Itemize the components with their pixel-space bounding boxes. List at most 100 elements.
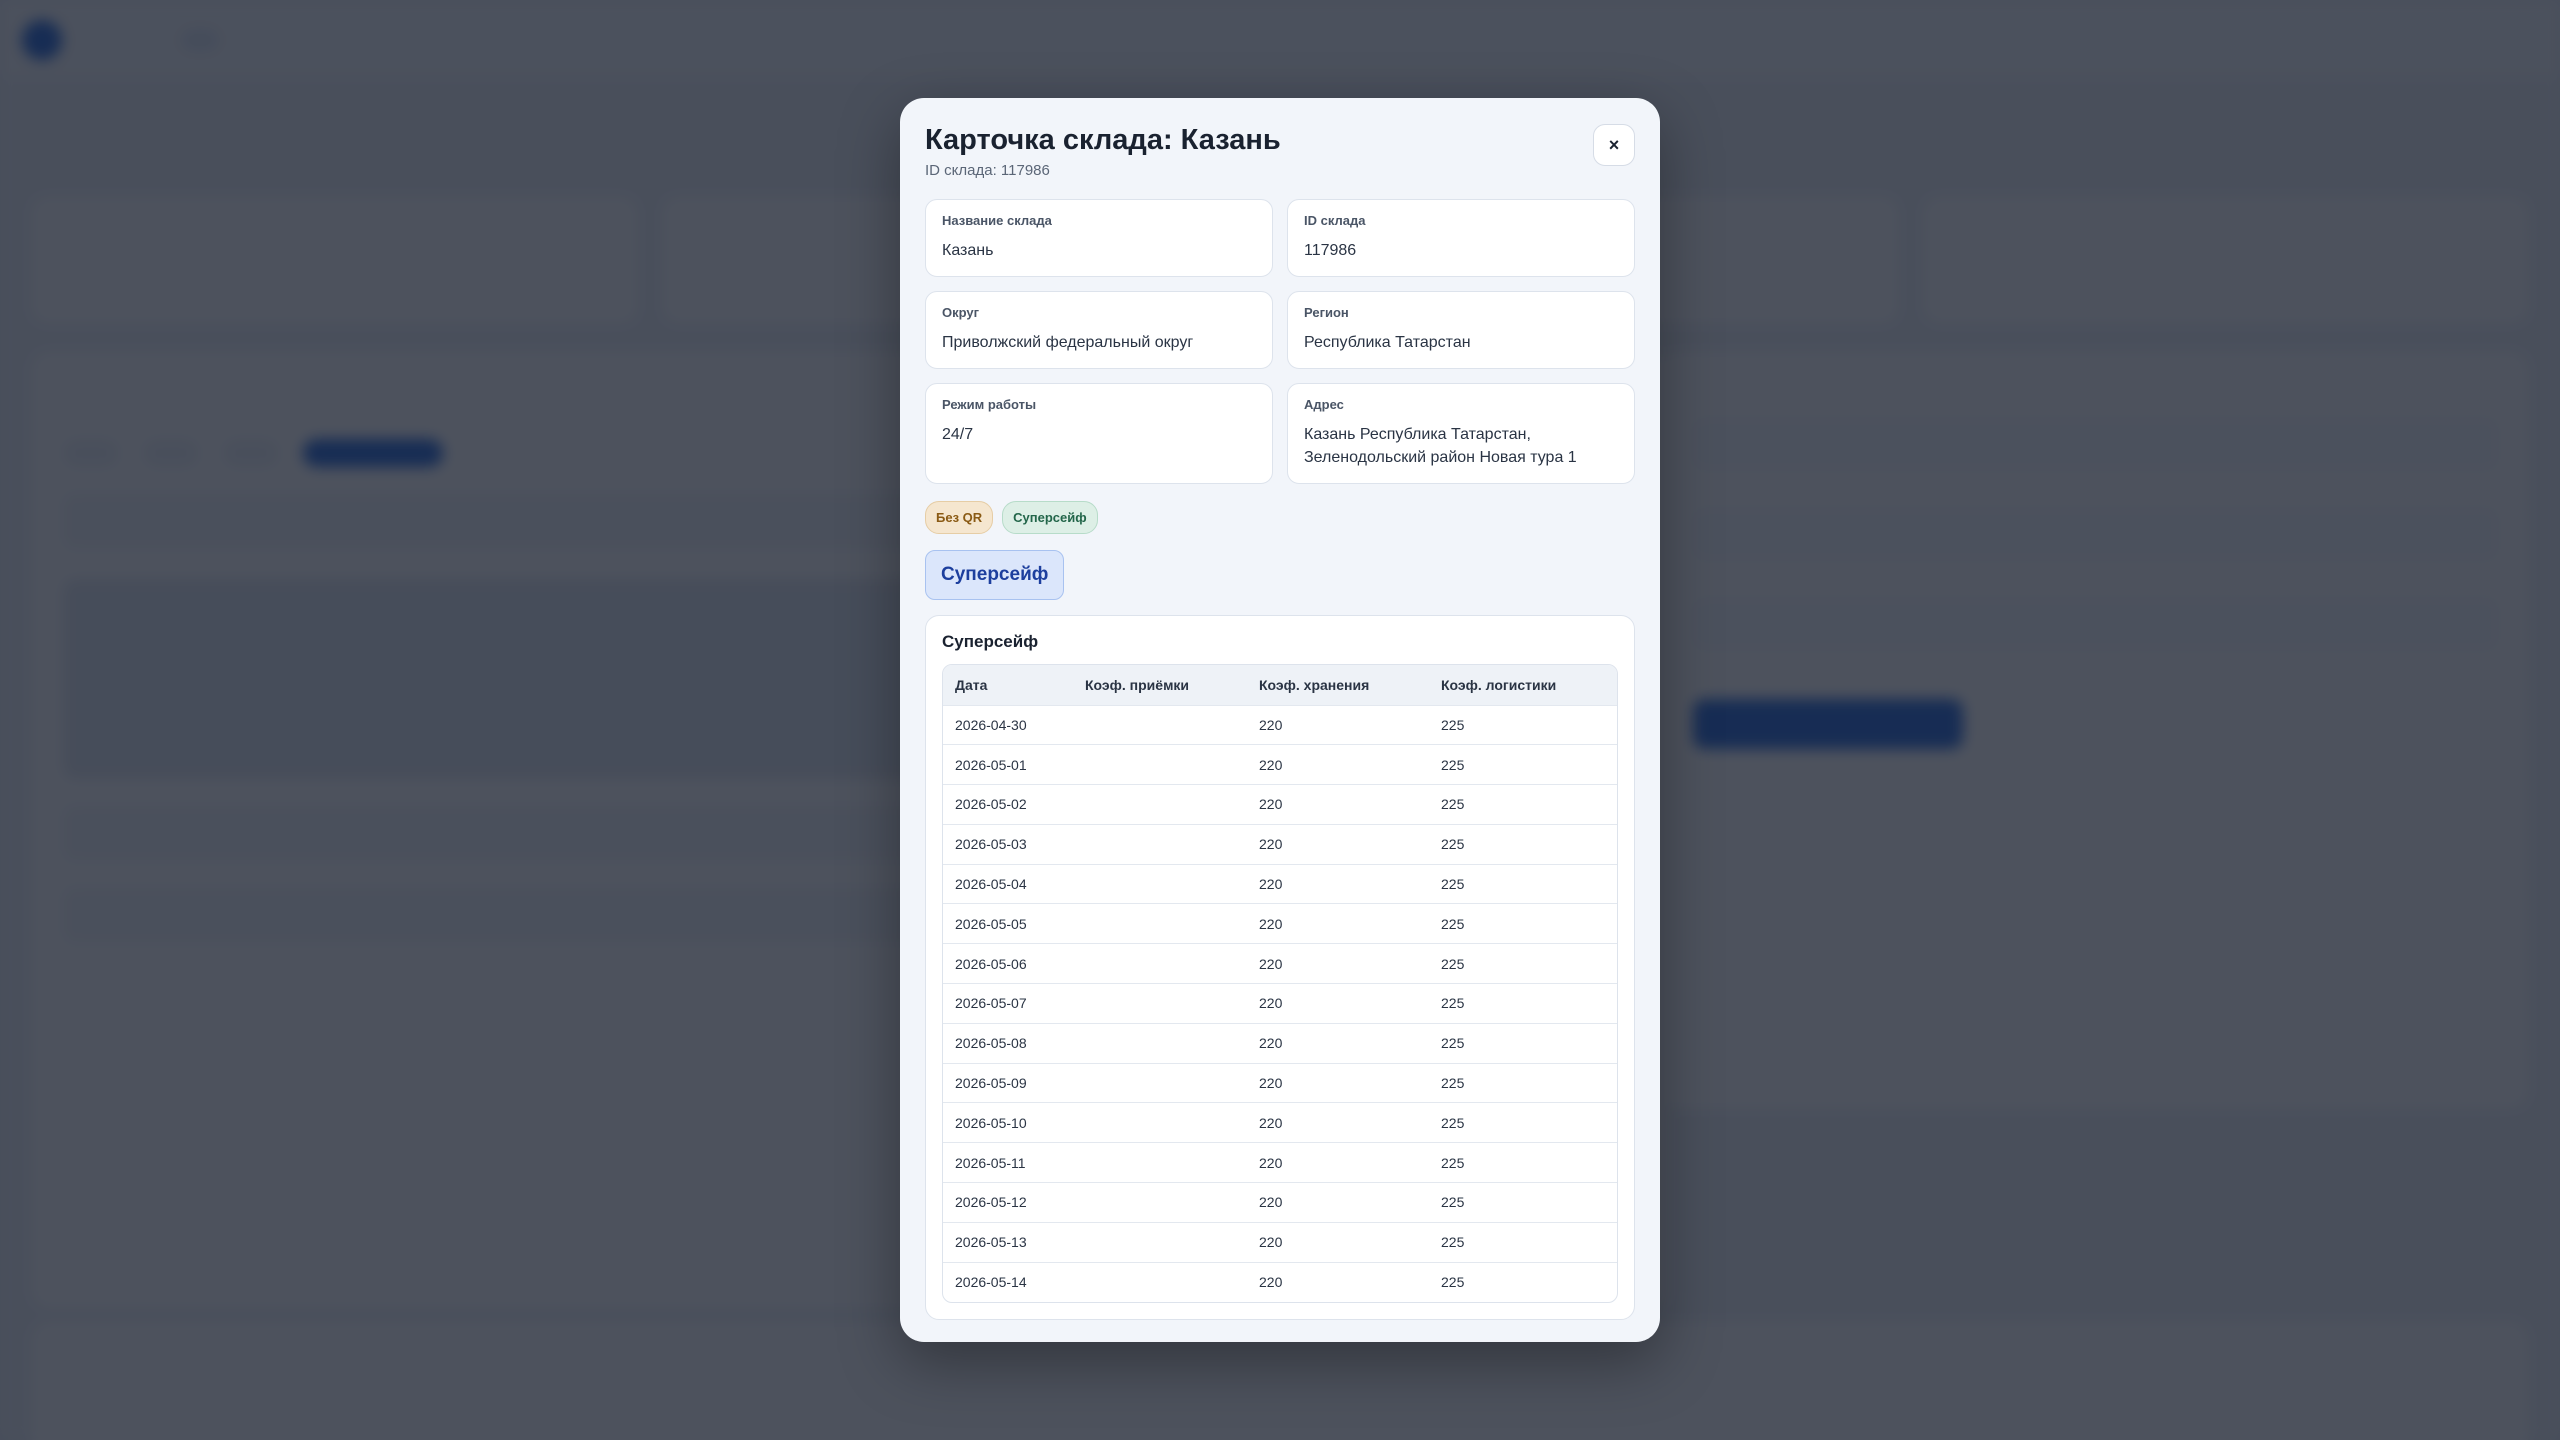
cell-date: 2026-05-04 — [943, 863, 1073, 904]
cell-storage-coef: 220 — [1247, 1261, 1429, 1302]
cell-acceptance-coef — [1073, 784, 1247, 825]
cell-logistics-coef: 225 — [1429, 704, 1617, 745]
table-row: 2026-05-01 220 225 — [943, 744, 1617, 785]
cell-storage-coef: 220 — [1247, 704, 1429, 745]
close-button[interactable]: × — [1593, 124, 1635, 166]
cell-logistics-coef: 225 — [1429, 1022, 1617, 1064]
cell-acceptance-coef — [1073, 903, 1247, 944]
cell-storage-coef: 220 — [1247, 943, 1429, 984]
cell-date: 2026-05-08 — [943, 1022, 1073, 1064]
table-row: 2026-04-30 220 225 — [943, 704, 1617, 745]
cell-acceptance-coef — [1073, 983, 1247, 1024]
header-date: Дата — [955, 676, 988, 693]
cell-date: 2026-05-11 — [943, 1142, 1073, 1183]
table-row: 2026-05-13 220 225 — [943, 1221, 1617, 1263]
cell-storage-coef: 220 — [1247, 823, 1429, 865]
table-row: 2026-05-12 220 225 — [943, 1182, 1617, 1223]
cell-date: 2026-05-05 — [943, 903, 1073, 944]
field-value: Казань Республика Татарстан, Зеленодольс… — [1304, 426, 1577, 466]
cell-logistics-coef: 225 — [1429, 1062, 1617, 1103]
tab-supersafe[interactable]: Суперсейф — [925, 550, 1065, 600]
cell-acceptance-coef — [1073, 1102, 1247, 1143]
cell-storage-coef: 220 — [1247, 1022, 1429, 1064]
field-label: Округ — [942, 305, 980, 320]
cell-date: 2026-05-07 — [943, 983, 1073, 1024]
table-row: 2026-05-04 220 225 — [943, 863, 1617, 904]
table-row: 2026-05-02 220 225 — [943, 784, 1617, 825]
table-title: Суперсейф — [942, 632, 1039, 651]
table-row: 2026-05-11 220 225 — [943, 1142, 1617, 1183]
cell-acceptance-coef — [1073, 744, 1247, 785]
coefficients-table-wrapper: Дата Коэф. приёмки Коэф. хранения Коэф. … — [942, 664, 1618, 1303]
field-schedule: Режим работы 24/7 — [925, 383, 1273, 484]
table-row: 2026-05-06 220 225 — [943, 943, 1617, 984]
field-warehouse-name: Название склада Казань — [925, 199, 1273, 277]
badge-supersafe: Суперсейф — [1002, 501, 1098, 534]
cell-date: 2026-05-14 — [943, 1261, 1073, 1302]
cell-acceptance-coef — [1073, 1261, 1247, 1302]
cell-date: 2026-05-13 — [943, 1221, 1073, 1263]
cell-storage-coef: 220 — [1247, 1221, 1429, 1263]
field-address: Адрес Казань Республика Татарстан, Зелен… — [1287, 383, 1635, 484]
coefficients-card: Суперсейф Дата Коэф. приёмки Коэф. хране… — [925, 615, 1635, 1320]
field-label: Режим работы — [942, 397, 1037, 412]
warehouse-card-modal: Карточка склада: Казань ID склада: 11798… — [900, 98, 1660, 1342]
field-label: Адрес — [1304, 397, 1344, 412]
cell-date: 2026-05-01 — [943, 744, 1073, 785]
cell-storage-coef: 220 — [1247, 1062, 1429, 1103]
cell-logistics-coef: 225 — [1429, 983, 1617, 1024]
cell-logistics-coef: 225 — [1429, 784, 1617, 825]
header-logistics-coef: Коэф. логистики — [1441, 676, 1557, 693]
cell-acceptance-coef — [1073, 1142, 1247, 1183]
field-label: Регион — [1304, 305, 1349, 320]
table-row: 2026-05-08 220 225 — [943, 1022, 1617, 1064]
modal-subtitle: ID склада: 117986 — [925, 162, 1050, 179]
cell-acceptance-coef — [1073, 943, 1247, 984]
badges: Без QR Суперсейф — [925, 501, 1635, 534]
cell-storage-coef: 220 — [1247, 744, 1429, 785]
cell-storage-coef: 220 — [1247, 863, 1429, 904]
cell-logistics-coef: 225 — [1429, 943, 1617, 984]
field-district: Округ Приволжский федеральный округ — [925, 291, 1273, 369]
field-value: Республика Татарстан — [1304, 334, 1471, 351]
cell-date: 2026-05-03 — [943, 823, 1073, 865]
field-warehouse-id: ID склада 117986 — [1287, 199, 1635, 277]
coefficients-table: Дата Коэф. приёмки Коэф. хранения Коэф. … — [943, 665, 1617, 1302]
table-row: 2026-05-05 220 225 — [943, 903, 1617, 944]
warehouse-fields: Название склада Казань ID склада 117986 … — [925, 199, 1635, 484]
cell-storage-coef: 220 — [1247, 784, 1429, 825]
cell-logistics-coef: 225 — [1429, 1261, 1617, 1302]
table-row: 2026-05-03 220 225 — [943, 823, 1617, 865]
cell-logistics-coef: 225 — [1429, 903, 1617, 944]
close-icon: × — [1608, 134, 1620, 155]
header-acceptance-coef: Коэф. приёмки — [1085, 676, 1190, 693]
cell-logistics-coef: 225 — [1429, 744, 1617, 785]
cell-acceptance-coef — [1073, 1062, 1247, 1103]
badge-no-qr: Без QR — [925, 501, 994, 534]
modal-title: Карточка склада: Казань — [925, 124, 1281, 156]
cell-logistics-coef: 225 — [1429, 1221, 1617, 1263]
field-region: Регион Республика Татарстан — [1287, 291, 1635, 369]
field-label: ID склада — [1304, 213, 1366, 228]
field-label: Название склада — [942, 213, 1052, 228]
header-storage-coef: Коэф. хранения — [1259, 676, 1370, 693]
cell-date: 2026-05-09 — [943, 1062, 1073, 1103]
cell-logistics-coef: 225 — [1429, 1142, 1617, 1183]
cell-acceptance-coef — [1073, 863, 1247, 904]
cell-date: 2026-05-02 — [943, 784, 1073, 825]
table-header-row: Дата Коэф. приёмки Коэф. хранения Коэф. … — [943, 665, 1617, 705]
cell-logistics-coef: 225 — [1429, 823, 1617, 865]
cell-logistics-coef: 225 — [1429, 1182, 1617, 1223]
cell-acceptance-coef — [1073, 1221, 1247, 1263]
cell-acceptance-coef — [1073, 704, 1247, 745]
cell-storage-coef: 220 — [1247, 1102, 1429, 1143]
table-row: 2026-05-14 220 225 — [943, 1261, 1617, 1302]
field-value: Казань — [942, 242, 994, 259]
field-value: Приволжский федеральный округ — [942, 334, 1194, 351]
cell-storage-coef: 220 — [1247, 983, 1429, 1024]
cell-date: 2026-05-10 — [943, 1102, 1073, 1143]
cell-logistics-coef: 225 — [1429, 863, 1617, 904]
field-value: 117986 — [1304, 242, 1357, 259]
cell-acceptance-coef — [1073, 1182, 1247, 1223]
cell-storage-coef: 220 — [1247, 1142, 1429, 1183]
